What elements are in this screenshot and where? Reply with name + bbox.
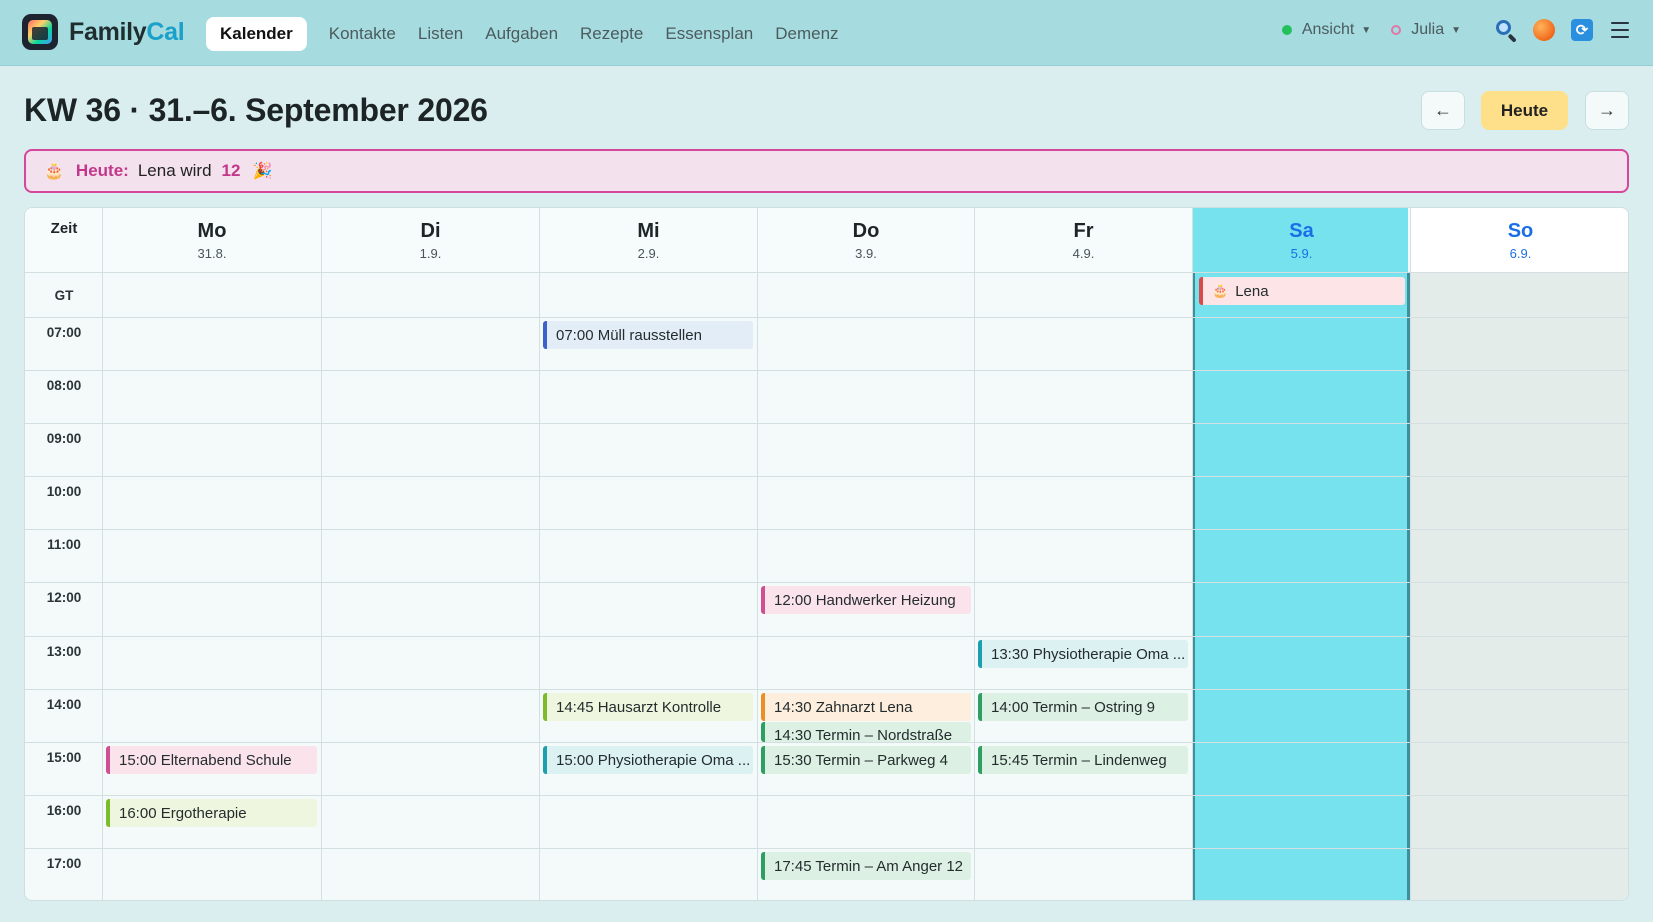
hour-label: 10:00 bbox=[46, 484, 82, 499]
user-dropdown-label: Julia bbox=[1411, 21, 1445, 38]
banner-prefix: Heute: bbox=[75, 161, 129, 180]
toolbar-right: Ansicht ▼ Julia ▼ ⟳ bbox=[1281, 17, 1633, 43]
allday-event-birthday[interactable]: 🎂 Lena bbox=[1199, 277, 1405, 305]
day-name: Mo bbox=[197, 220, 227, 242]
nav-item-aufgaben[interactable]: Aufgaben bbox=[474, 17, 569, 51]
orange-dot-icon bbox=[1533, 19, 1555, 41]
calendar-event[interactable]: 14:30 Zahnarzt Lena bbox=[761, 693, 971, 721]
day-header-mi[interactable]: Mi 2.9. bbox=[540, 208, 757, 272]
day-name: Fr bbox=[1073, 220, 1094, 242]
main-nav: Kalender Kontakte Listen Aufgaben Rezept… bbox=[206, 17, 850, 51]
page-title: KW 36 · 31.–6. September 2026 bbox=[24, 92, 488, 128]
hour-label: 08:00 bbox=[46, 378, 82, 393]
sync-button[interactable]: ⟳ bbox=[1569, 17, 1595, 43]
today-button[interactable]: Heute bbox=[1481, 91, 1568, 130]
nav-item-essensplan[interactable]: Essensplan bbox=[654, 17, 764, 51]
hour-label: 16:00 bbox=[46, 803, 82, 818]
day-header-so[interactable]: So 6.9. bbox=[1411, 208, 1628, 272]
day-date: 6.9. bbox=[1509, 246, 1532, 261]
cake-icon: 🎂 bbox=[1212, 283, 1229, 298]
today-column bbox=[1192, 208, 1408, 900]
user-dot-icon bbox=[1391, 25, 1402, 35]
time-column-header: Zeit bbox=[50, 220, 78, 237]
calendar-event[interactable]: 17:45 Termin – Am Anger 12 bbox=[761, 852, 971, 880]
hour-label: 14:00 bbox=[46, 697, 82, 712]
sunday-column bbox=[1410, 272, 1628, 900]
menu-button[interactable] bbox=[1607, 17, 1633, 43]
hour-label: 09:00 bbox=[46, 431, 82, 446]
search-button[interactable] bbox=[1493, 17, 1519, 43]
day-header-di[interactable]: Di 1.9. bbox=[322, 208, 539, 272]
hour-label: 11:00 bbox=[47, 537, 81, 552]
calendar-event[interactable]: 15:45 Termin – Lindenweg bbox=[978, 746, 1188, 774]
menu-icon bbox=[1611, 22, 1629, 38]
day-date: 5.9. bbox=[1290, 246, 1313, 261]
day-date: 4.9. bbox=[1072, 246, 1095, 261]
sync-icon: ⟳ bbox=[1571, 19, 1593, 41]
chevron-down-icon: ▼ bbox=[1361, 24, 1372, 36]
day-date: 1.9. bbox=[419, 246, 442, 261]
nav-item-listen[interactable]: Listen bbox=[407, 17, 474, 51]
calendar-event[interactable]: 14:00 Termin – Ostring 9 bbox=[978, 693, 1188, 721]
hour-label: 13:00 bbox=[46, 644, 82, 659]
calendar-event[interactable]: 13:30 Physiotherapie Oma ... bbox=[978, 640, 1188, 668]
day-date: 3.9. bbox=[855, 246, 877, 261]
search-icon bbox=[1495, 19, 1517, 43]
view-dropdown[interactable]: Ansicht ▼ bbox=[1281, 21, 1372, 39]
top-bar: FamilyCal Kalender Kontakte Listen Aufga… bbox=[0, 0, 1653, 66]
hour-label: 12:00 bbox=[46, 590, 82, 605]
calendar-event[interactable]: 15:00 Physiotherapie Oma ... bbox=[543, 746, 753, 774]
next-week-button[interactable]: → bbox=[1585, 91, 1629, 130]
nav-item-kontakte[interactable]: Kontakte bbox=[318, 17, 407, 51]
allday-label: GT bbox=[54, 288, 74, 303]
cake-icon: 🎂 bbox=[44, 163, 64, 180]
calendar-event[interactable]: 15:00 Elternabend Schule bbox=[106, 746, 317, 774]
hour-label: 17:00 bbox=[46, 856, 82, 871]
banner-text: Lena wird bbox=[137, 161, 212, 180]
day-name: Sa bbox=[1289, 220, 1314, 242]
calendar-event[interactable]: 14:30 Termin – Nordstraße bbox=[761, 722, 971, 742]
banner-age: 12 bbox=[221, 161, 241, 180]
day-date: 31.8. bbox=[197, 246, 227, 261]
nav-item-demenz[interactable]: Demenz bbox=[764, 17, 849, 51]
chevron-down-icon: ▼ bbox=[1451, 24, 1461, 36]
nav-item-kalender[interactable]: Kalender bbox=[206, 17, 307, 51]
app-name-part1: Family bbox=[69, 18, 147, 46]
day-name: Mi bbox=[637, 220, 660, 242]
app-name-part2: Cal bbox=[146, 18, 185, 46]
day-name: So bbox=[1507, 220, 1534, 242]
birthday-banner: 🎂 Heute: Lena wird 12 🎉 bbox=[24, 149, 1629, 193]
prev-week-button[interactable]: ← bbox=[1421, 91, 1465, 130]
calendar-event[interactable]: 15:30 Termin – Parkweg 4 bbox=[761, 746, 971, 774]
status-dot-icon bbox=[1281, 25, 1292, 35]
hour-label: 15:00 bbox=[46, 750, 82, 765]
calendar-event[interactable]: 16:00 Ergotherapie bbox=[106, 799, 317, 827]
day-header-sa[interactable]: Sa 5.9. bbox=[1193, 208, 1410, 272]
view-dropdown-label: Ansicht bbox=[1301, 21, 1355, 38]
app-logo-icon[interactable] bbox=[22, 14, 58, 50]
calendar-event[interactable]: 14:45 Hausarzt Kontrolle bbox=[543, 693, 753, 721]
day-header-do[interactable]: Do 3.9. bbox=[758, 208, 974, 272]
user-dropdown[interactable]: Julia ▼ bbox=[1391, 21, 1461, 39]
day-date: 2.9. bbox=[637, 246, 660, 261]
calendar-event[interactable]: 07:00 Müll rausstellen bbox=[543, 321, 753, 349]
day-name: Do bbox=[852, 220, 880, 242]
theme-button[interactable] bbox=[1531, 17, 1557, 43]
nav-item-rezepte[interactable]: Rezepte bbox=[569, 17, 654, 51]
day-header-mo[interactable]: Mo 31.8. bbox=[103, 208, 321, 272]
event-title: Lena bbox=[1235, 282, 1269, 300]
party-icon: 🎉 bbox=[252, 163, 273, 180]
hour-label: 07:00 bbox=[46, 325, 82, 340]
app-name[interactable]: FamilyCal bbox=[69, 18, 185, 47]
day-header-fr[interactable]: Fr 4.9. bbox=[975, 208, 1192, 272]
day-name: Di bbox=[420, 220, 441, 242]
calendar-event[interactable]: 12:00 Handwerker Heizung bbox=[761, 586, 971, 614]
week-calendar: Zeit Mo 31.8. Di 1.9. Mi 2.9. Do 3.9. Fr… bbox=[24, 207, 1629, 901]
